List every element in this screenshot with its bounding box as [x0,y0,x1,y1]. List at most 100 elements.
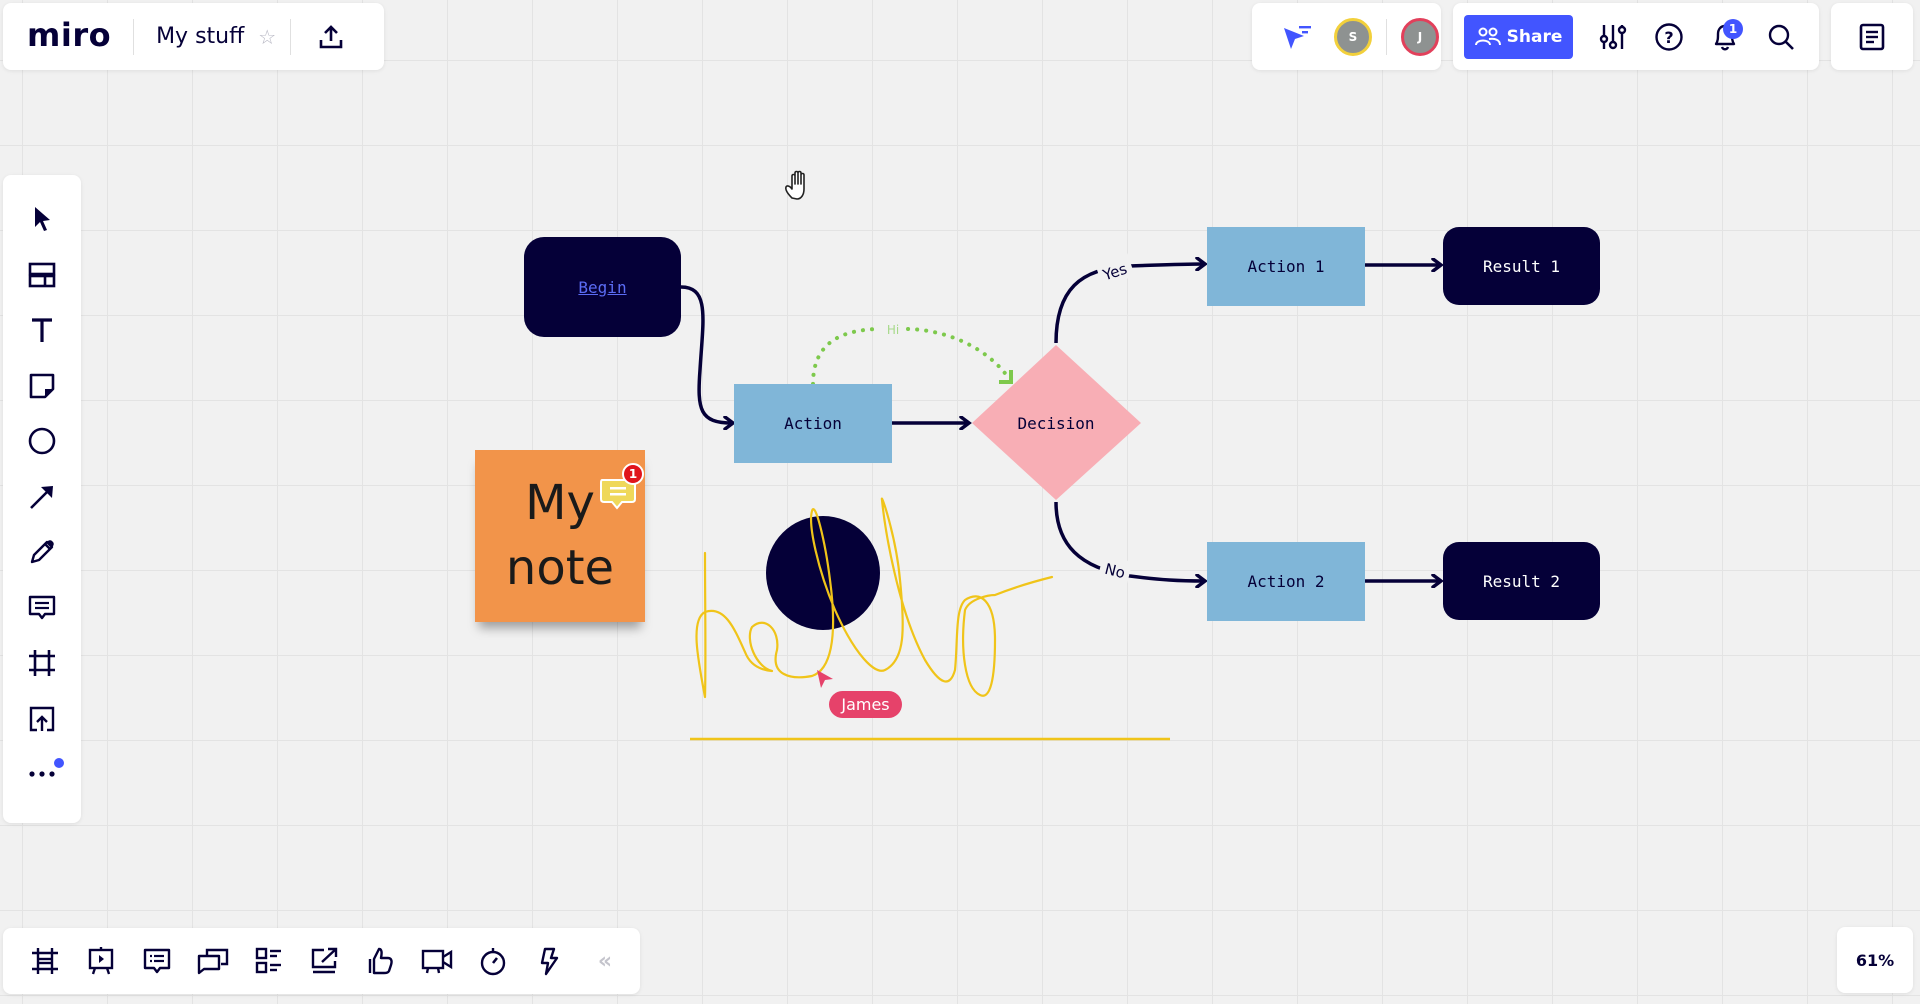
card-list-icon [255,947,281,974]
pen-icon [30,540,54,564]
timer-icon [480,948,506,976]
settings-button[interactable] [1593,17,1633,57]
tool-text[interactable] [18,306,66,354]
share-label: Share [1506,26,1563,47]
sticky-note[interactable]: My note [475,450,645,622]
circle-shape-icon [28,427,56,455]
zoom-level[interactable]: 61% [1837,927,1913,993]
result2-node-label: Result 2 [1482,571,1561,591]
decision-node-label: Decision [1017,413,1095,433]
action-node[interactable]: Action [734,384,892,463]
ink-hello[interactable] [695,497,1054,699]
connector-dotted-hi[interactable] [811,327,1012,386]
arrow-line-icon [30,485,53,509]
chat-button[interactable] [191,939,235,983]
cursor-arrow-icon [35,207,50,231]
notification-count-badge: 1 [1723,18,1743,39]
bottom-toolbar: « [3,928,640,994]
board-canvas[interactable]: Yes No Hi [0,0,1920,1004]
help-button[interactable]: ? [1649,17,1689,57]
action2-node[interactable]: Action 2 [1207,542,1365,621]
comment-count-badge: 1 [622,463,644,485]
tool-select[interactable] [18,195,66,243]
more-dots-icon [29,771,55,777]
upload-box-icon [29,706,55,731]
share-button[interactable]: Share [1464,14,1573,59]
begin-node[interactable]: Begin [524,237,681,337]
collaborator-name-tag: James [829,691,902,718]
miro-logo[interactable]: miro [27,16,111,54]
result1-node[interactable]: Result 1 [1443,227,1600,305]
action1-node-label: Action 1 [1247,257,1325,276]
settings-sliders-icon [1599,24,1627,49]
left-toolbar [3,175,81,823]
video-icon [421,949,453,974]
search-button[interactable] [1761,17,1801,57]
tool-frame[interactable] [18,639,66,687]
screen-share-icon [311,947,338,974]
lightning-icon [540,947,559,976]
collaborator-cursor-icon [815,668,835,694]
screen-share-button[interactable] [303,939,347,983]
circle-shape[interactable] [766,516,880,630]
svg-text:?: ? [1664,28,1673,47]
notes-button[interactable] [1831,3,1913,70]
comments-button[interactable] [135,939,179,983]
begin-link[interactable]: Begin [578,278,626,297]
presentation-icon [88,947,114,975]
cursor-filter-icon [1284,25,1311,49]
edge-label-hi: Hi [887,323,899,337]
hand-cursor-icon [782,168,818,208]
tool-more[interactable] [18,750,66,798]
timer-button[interactable] [471,939,515,983]
tool-sticky-note[interactable] [18,362,66,410]
result2-node[interactable]: Result 2 [1443,542,1600,620]
divider [1386,18,1387,55]
star-icon[interactable]: ☆ [258,25,276,49]
frames-icon [32,948,58,974]
connector-decision-action1[interactable] [1054,264,1204,344]
connector-begin-action[interactable] [680,285,732,423]
divider [290,18,292,55]
avatar[interactable]: J [1401,17,1439,56]
top-right-toolbar: Share ? 1 [1453,3,1819,70]
users-icon [1474,27,1501,45]
decision-node[interactable]: Decision [972,400,1140,446]
cursor-filter-button[interactable] [1278,17,1318,57]
board-title[interactable]: My stuff [156,24,244,49]
board-header: miro My stuff ☆ [3,3,384,70]
edge-label-yes: Yes [1100,260,1130,285]
action1-node[interactable]: Action 1 [1207,227,1365,306]
frames-button[interactable] [23,939,67,983]
voting-button[interactable] [359,939,403,983]
new-indicator-dot [54,758,64,768]
avatar-initial: S [1348,29,1358,44]
upload-icon [319,24,343,48]
video-button[interactable] [415,939,459,983]
tool-comment[interactable] [18,584,66,632]
search-icon [1768,24,1794,50]
avatar-initial: J [1417,29,1423,44]
frame-icon [29,650,55,676]
comments-list-icon [143,948,171,974]
export-button[interactable] [313,19,349,55]
tool-shapes[interactable] [18,417,66,465]
comment-icon [28,595,56,619]
text-icon [32,318,52,342]
sticky-note-icon [29,373,55,398]
edge-label-no: No [1103,560,1127,582]
tool-templates[interactable] [18,251,66,299]
help-icon: ? [1655,22,1683,51]
notifications-button[interactable]: 1 [1705,17,1745,57]
connector-decision-action2[interactable] [1054,501,1204,581]
tool-upload[interactable] [18,695,66,743]
cards-button[interactable] [247,939,291,983]
tool-pen[interactable] [18,528,66,576]
tool-connection-line[interactable] [18,473,66,521]
presentation-button[interactable] [79,939,123,983]
result1-node-label: Result 1 [1482,256,1561,276]
collapse-toolbar-button[interactable]: « [589,939,621,983]
avatar[interactable]: S [1334,17,1372,56]
apps-button[interactable] [527,939,571,983]
collaborators-panel: S J [1252,3,1441,70]
